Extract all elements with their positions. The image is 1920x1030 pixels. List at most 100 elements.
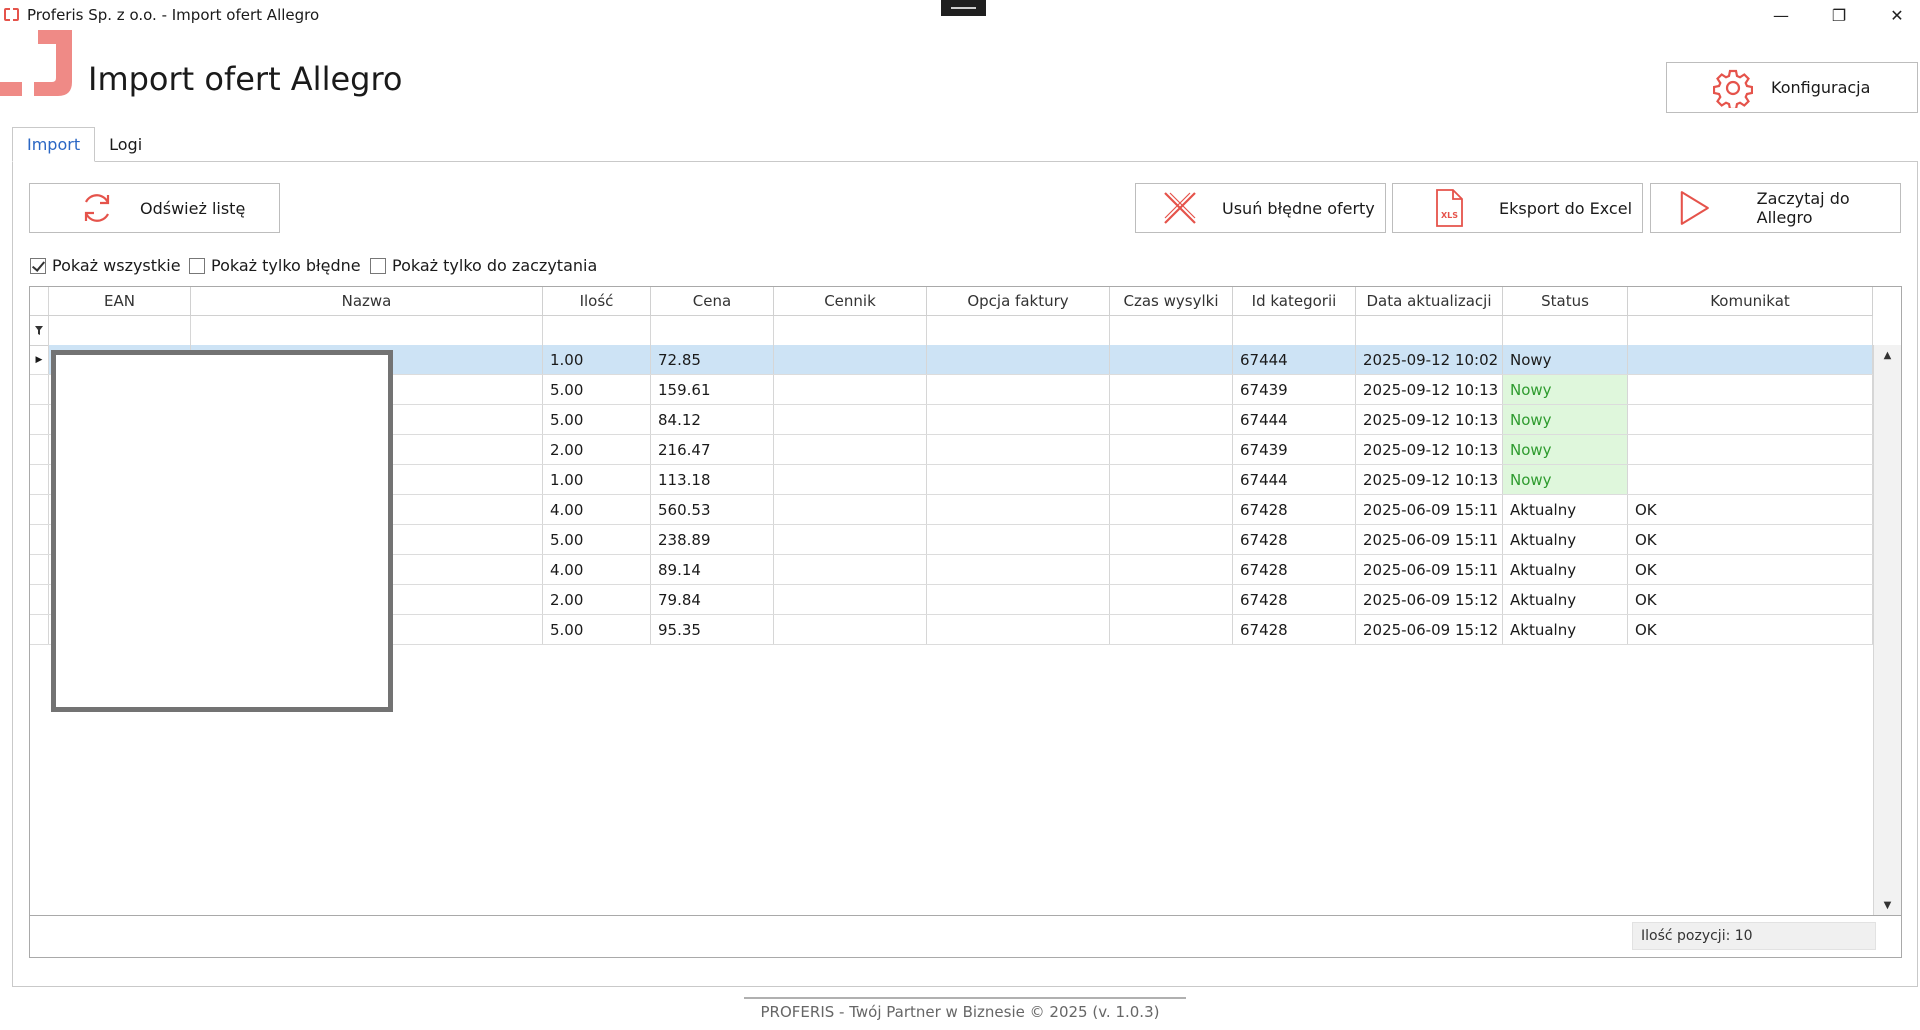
- delete-invalid-offers-button[interactable]: Usuń błędne oferty: [1135, 183, 1386, 233]
- export-excel-button[interactable]: XLS Eksport do Excel: [1392, 183, 1643, 233]
- filter-cell-ean[interactable]: [49, 316, 191, 345]
- cell-ilosc[interactable]: 5.00: [543, 405, 651, 434]
- row-header[interactable]: [30, 375, 49, 404]
- column-header-id-kategorii[interactable]: Id kategorii: [1233, 287, 1356, 315]
- cell-cena[interactable]: 113.18: [651, 465, 774, 494]
- show-all-checkbox[interactable]: Pokaż wszystkie: [30, 256, 181, 275]
- cell-opcja-faktury[interactable]: [927, 495, 1110, 524]
- column-header-data-aktualizacji[interactable]: Data aktualizacji: [1356, 287, 1503, 315]
- cell-cennik[interactable]: [774, 405, 927, 434]
- refresh-list-button[interactable]: Odśwież listę: [29, 183, 280, 233]
- row-header[interactable]: [30, 495, 49, 524]
- cell-id-kategorii[interactable]: 67439: [1233, 375, 1356, 404]
- cell-czas-wysylki[interactable]: [1110, 345, 1233, 374]
- cell-czas-wysylki[interactable]: [1110, 615, 1233, 644]
- cell-cena[interactable]: 159.61: [651, 375, 774, 404]
- cell-komunikat[interactable]: [1628, 345, 1873, 374]
- filter-cell-status[interactable]: [1503, 316, 1628, 345]
- column-header-nazwa[interactable]: Nazwa: [191, 287, 543, 315]
- cell-cennik[interactable]: [774, 495, 927, 524]
- vertical-scrollbar[interactable]: ▲ ▼: [1873, 345, 1901, 915]
- cell-czas-wysylki[interactable]: [1110, 435, 1233, 464]
- cell-ilosc[interactable]: 5.00: [543, 525, 651, 554]
- cell-cennik[interactable]: [774, 615, 927, 644]
- column-header-ean[interactable]: EAN: [49, 287, 191, 315]
- cell-cena[interactable]: 89.14: [651, 555, 774, 584]
- cell-cennik[interactable]: [774, 585, 927, 614]
- filter-funnel-icon[interactable]: [30, 316, 49, 345]
- cell-data-aktualizacji[interactable]: 2025-06-09 15:12: [1356, 585, 1503, 614]
- cell-id-kategorii[interactable]: 67444: [1233, 405, 1356, 434]
- cell-opcja-faktury[interactable]: [927, 525, 1110, 554]
- cell-cennik[interactable]: [774, 345, 927, 374]
- cell-status[interactable]: Nowy: [1503, 465, 1628, 494]
- cell-komunikat[interactable]: [1628, 465, 1873, 494]
- filter-cell-komunikat[interactable]: [1628, 316, 1873, 345]
- cell-opcja-faktury[interactable]: [927, 555, 1110, 584]
- cell-czas-wysylki[interactable]: [1110, 405, 1233, 434]
- row-header[interactable]: [30, 465, 49, 494]
- cell-czas-wysylki[interactable]: [1110, 495, 1233, 524]
- cell-data-aktualizacji[interactable]: 2025-06-09 15:12: [1356, 615, 1503, 644]
- cell-komunikat[interactable]: OK: [1628, 555, 1873, 584]
- filter-cell-cennik[interactable]: [774, 316, 927, 345]
- cell-cena[interactable]: 84.12: [651, 405, 774, 434]
- cell-id-kategorii[interactable]: 67439: [1233, 435, 1356, 464]
- current-row-arrow-icon[interactable]: ▶: [30, 345, 49, 374]
- scroll-down-arrow-icon[interactable]: ▼: [1874, 895, 1901, 915]
- cell-id-kategorii[interactable]: 67444: [1233, 345, 1356, 374]
- cell-data-aktualizacji[interactable]: 2025-06-09 15:11: [1356, 495, 1503, 524]
- cell-czas-wysylki[interactable]: [1110, 555, 1233, 584]
- cell-cennik[interactable]: [774, 375, 927, 404]
- cell-opcja-faktury[interactable]: [927, 465, 1110, 494]
- cell-id-kategorii[interactable]: 67428: [1233, 495, 1356, 524]
- scroll-up-arrow-icon[interactable]: ▲: [1874, 345, 1901, 365]
- column-header-cennik[interactable]: Cennik: [774, 287, 927, 315]
- cell-cennik[interactable]: [774, 555, 927, 584]
- cell-opcja-faktury[interactable]: [927, 585, 1110, 614]
- filter-cell-nazwa[interactable]: [191, 316, 543, 345]
- cell-data-aktualizacji[interactable]: 2025-09-12 10:13: [1356, 405, 1503, 434]
- cell-komunikat[interactable]: [1628, 375, 1873, 404]
- cell-status[interactable]: Nowy: [1503, 435, 1628, 464]
- cell-czas-wysylki[interactable]: [1110, 465, 1233, 494]
- cell-data-aktualizacji[interactable]: 2025-09-12 10:02: [1356, 345, 1503, 374]
- cell-id-kategorii[interactable]: 67428: [1233, 615, 1356, 644]
- cell-data-aktualizacji[interactable]: 2025-09-12 10:13: [1356, 465, 1503, 494]
- row-header[interactable]: [30, 405, 49, 434]
- cell-komunikat[interactable]: OK: [1628, 495, 1873, 524]
- filter-cell-czas-wysylki[interactable]: [1110, 316, 1233, 345]
- cell-status[interactable]: Aktualny: [1503, 495, 1628, 524]
- load-to-allegro-button[interactable]: Zaczytaj do Allegro: [1650, 183, 1901, 233]
- cell-cena[interactable]: 95.35: [651, 615, 774, 644]
- cell-ilosc[interactable]: 4.00: [543, 495, 651, 524]
- cell-opcja-faktury[interactable]: [927, 615, 1110, 644]
- cell-data-aktualizacji[interactable]: 2025-09-12 10:13: [1356, 375, 1503, 404]
- cell-ilosc[interactable]: 5.00: [543, 615, 651, 644]
- tab-logi[interactable]: Logi: [95, 127, 156, 162]
- cell-status[interactable]: Aktualny: [1503, 525, 1628, 554]
- cell-id-kategorii[interactable]: 67444: [1233, 465, 1356, 494]
- row-header[interactable]: [30, 525, 49, 554]
- cell-ilosc[interactable]: 2.00: [543, 435, 651, 464]
- cell-komunikat[interactable]: OK: [1628, 585, 1873, 614]
- cell-czas-wysylki[interactable]: [1110, 375, 1233, 404]
- row-header[interactable]: [30, 435, 49, 464]
- cell-data-aktualizacji[interactable]: 2025-09-12 10:13: [1356, 435, 1503, 464]
- cell-ilosc[interactable]: 4.00: [543, 555, 651, 584]
- cell-czas-wysylki[interactable]: [1110, 585, 1233, 614]
- cell-cena[interactable]: 216.47: [651, 435, 774, 464]
- checkbox-checked[interactable]: [30, 257, 46, 274]
- cell-status[interactable]: Nowy: [1503, 345, 1628, 374]
- cell-cennik[interactable]: [774, 465, 927, 494]
- show-to-import-only-checkbox[interactable]: Pokaż tylko do zaczytania: [370, 256, 597, 275]
- tab-import[interactable]: Import: [12, 127, 96, 162]
- cell-ilosc[interactable]: 1.00: [543, 465, 651, 494]
- cell-czas-wysylki[interactable]: [1110, 525, 1233, 554]
- maximize-button[interactable]: ❐: [1810, 0, 1868, 30]
- row-header[interactable]: [30, 615, 49, 644]
- drag-handle[interactable]: [941, 0, 986, 16]
- cell-komunikat[interactable]: OK: [1628, 525, 1873, 554]
- cell-ilosc[interactable]: 1.00: [543, 345, 651, 374]
- cell-cena[interactable]: 560.53: [651, 495, 774, 524]
